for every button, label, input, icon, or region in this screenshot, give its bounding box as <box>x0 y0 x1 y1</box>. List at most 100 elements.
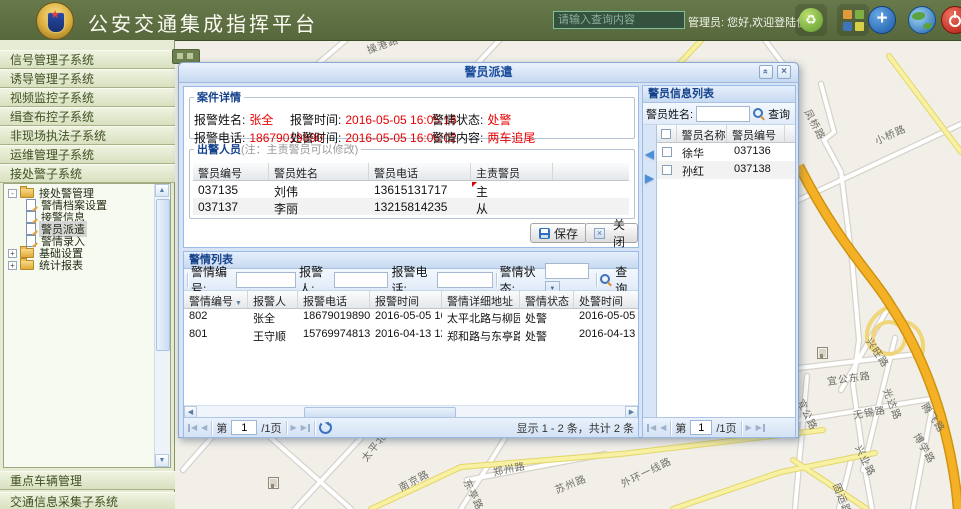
first-page-button[interactable]: ◀ <box>647 423 656 432</box>
recycle-refresh-icon[interactable]: ♻ <box>795 4 827 36</box>
prev-page-button[interactable]: ◀ <box>201 423 207 432</box>
sidebar-item-ops-mgmt[interactable]: 运维管理子系统 <box>0 145 175 164</box>
row-checkbox-cell <box>657 143 677 161</box>
app-title: 公安交通集成指挥平台 <box>88 8 318 37</box>
status-combo-input[interactable] <box>545 263 589 279</box>
row-checkbox[interactable] <box>662 165 672 175</box>
app-header: ★ 公安交通集成指挥平台 管理员: 您好,欢迎登陆使用 ♻ + <box>0 0 961 41</box>
power-button[interactable] <box>941 6 961 34</box>
sidebar-item-offsite-enforce[interactable]: 非现场执法子系统 <box>0 126 175 145</box>
col-header[interactable]: 主责警员 <box>471 163 553 180</box>
sidebar-item-video-monitor[interactable]: 视频监控子系统 <box>0 88 175 107</box>
app-root: 凤桥路 小桥路 操港路 兴旺路 宜公东路 宜公路 无锡路 光达路 腾飞路 博学路… <box>0 0 961 509</box>
folder-icon <box>20 188 34 198</box>
grid-cell: 15769974813 <box>298 326 370 344</box>
sidebar-item-guidance-mgmt[interactable]: 诱导管理子系统 <box>0 69 175 88</box>
header-search-input[interactable] <box>553 11 685 29</box>
save-icon <box>539 228 550 239</box>
col-header[interactable]: 警员名称 <box>677 125 727 142</box>
transfer-left-icon[interactable]: ◀ <box>643 147 656 161</box>
filter-label-officer-name: 警员姓名: <box>646 106 693 122</box>
next-page-button[interactable]: ▶ <box>291 423 297 432</box>
alert-row[interactable]: 802 张全 18679019890 2016-05-05 16:... 太平北… <box>184 308 638 326</box>
dispatch-row[interactable]: 037137 李丽 13215814235 从 <box>193 198 629 215</box>
toolbar-separator <box>211 421 212 435</box>
dispatch-grid: 警员编号 警员姓名 警员电话 主责警员 037135 刘伟 1361513171… <box>193 163 629 215</box>
close-button[interactable]: ×关闭 <box>585 223 638 243</box>
grid-cell: 处警 <box>520 308 574 326</box>
tree-folder-statistics[interactable]: +统计报表 <box>8 259 85 271</box>
close-window-button[interactable]: × <box>777 65 791 79</box>
page-icon <box>26 223 36 235</box>
dispatch-row[interactable]: 037135 刘伟 13615131717 主 <box>193 181 629 198</box>
expand-toggle-icon[interactable]: + <box>8 261 17 270</box>
col-header[interactable]: 警情状态 <box>520 291 574 308</box>
col-header[interactable]: 警员电话 <box>369 163 471 180</box>
page-number-input[interactable] <box>231 420 257 435</box>
caller-phone-input[interactable] <box>437 272 493 288</box>
col-header[interactable]: 报警电话 <box>298 291 370 308</box>
sidebar-item-traffic-info-collect[interactable]: 交通信息采集子系统 <box>0 492 175 509</box>
apps-grid-icon[interactable] <box>837 4 869 36</box>
scrollbar-thumb[interactable] <box>156 199 170 351</box>
grid-cell: 18679019890 <box>298 308 370 326</box>
sidebar: 信号管理子系统 诱导管理子系统 视频监控子系统 缉查布控子系统 非现场执法子系统… <box>0 40 175 509</box>
alert-id-input[interactable] <box>236 272 296 288</box>
globe-icon[interactable] <box>908 6 936 34</box>
window-titlebar[interactable]: 警员派遣 « × <box>179 63 798 83</box>
next-page-button[interactable]: ▶ <box>746 423 752 432</box>
scroll-down-icon[interactable]: ▼ <box>155 454 169 467</box>
sidebar-item-patrol-control[interactable]: 缉查布控子系统 <box>0 107 175 126</box>
transfer-right-icon[interactable]: ▶ <box>643 171 656 185</box>
alert-row[interactable]: 801 王守顺 15769974813 2016-04-13 12:... 郑和… <box>184 326 638 344</box>
case-details-legend: 案件详情 <box>194 89 244 105</box>
dispatch-tree-panel: -接处警管理 警情档案设置 接警信息 警员派遣 警情录入 +基础设置 +统计报表… <box>3 183 171 468</box>
collapse-window-button[interactable]: « <box>759 65 773 79</box>
officer-row[interactable]: 孙红 037138 <box>657 161 795 179</box>
record-count-summary: 显示 1 - 2 条，共计 2 条 <box>517 420 634 436</box>
case-details-fieldset: 案件详情 报警姓名:张全 报警时间:2016-05-05 16:05:16 警情… <box>189 89 635 139</box>
expand-toggle-icon[interactable]: + <box>8 249 17 258</box>
officer-row[interactable]: 徐华 037136 <box>657 143 795 161</box>
sidebar-item-key-vehicles[interactable]: 重点车辆管理 <box>0 471 175 490</box>
save-button[interactable]: 保存 <box>530 223 587 243</box>
col-header[interactable]: 警员姓名 <box>269 163 369 180</box>
field-caller-name: 报警姓名:张全 <box>194 111 273 128</box>
page-number-input[interactable] <box>690 420 712 435</box>
collapse-toggle-icon[interactable]: - <box>8 189 17 198</box>
recycle-glyph: ♻ <box>799 8 823 32</box>
officer-name-input[interactable] <box>696 106 750 122</box>
sidebar-item-dispatch-system[interactable]: 接处警子系统 <box>0 164 175 183</box>
select-all-checkbox[interactable] <box>661 129 671 139</box>
prev-page-button[interactable]: ◀ <box>660 423 666 432</box>
first-page-button[interactable]: ◀ <box>188 423 197 432</box>
grid-cell-editable[interactable]: 主 <box>471 181 553 198</box>
officer-list-panel: 警员信息列表 警员姓名: 查询 ◀ ▶ 警员名称 警员编号 <box>642 85 796 438</box>
officer-filter-toolbar: 警员姓名: 查询 <box>643 103 795 125</box>
col-header[interactable]: 警员编号 <box>727 125 785 142</box>
col-header[interactable]: 报警人 <box>248 291 298 308</box>
sidebar-item-signal-mgmt[interactable]: 信号管理子系统 <box>0 50 175 69</box>
last-page-button[interactable]: ▶ <box>301 423 310 432</box>
row-checkbox-cell <box>657 161 677 179</box>
page-icon <box>26 235 36 247</box>
sort-desc-icon: ▼ <box>235 300 242 307</box>
select-all-header[interactable] <box>657 125 677 142</box>
scroll-up-icon[interactable]: ▲ <box>155 184 169 197</box>
last-page-button[interactable]: ▶ <box>756 423 765 432</box>
grid-cell: 802 <box>184 308 248 326</box>
col-header[interactable]: 警员编号 <box>193 163 269 180</box>
dispatch-personnel-fieldset: 出警人员(注：主责警员可以修改) 警员编号 警员姓名 警员电话 主责警员 037… <box>189 141 635 219</box>
col-header[interactable]: 报警时间 <box>370 291 442 308</box>
add-button[interactable]: + <box>868 6 896 34</box>
col-header-sorted[interactable]: 警情编号▼ <box>184 291 248 308</box>
grid-cell: 李丽 <box>269 198 369 215</box>
refresh-icon[interactable] <box>319 421 332 434</box>
row-checkbox[interactable] <box>662 147 672 157</box>
col-header[interactable]: 警情详细地址 <box>442 291 520 308</box>
grid-cell-editable[interactable]: 从 <box>471 198 553 215</box>
col-header[interactable]: 处警时间 <box>574 291 638 308</box>
tree-scrollbar[interactable]: ▲ ▼ <box>154 184 170 467</box>
officer-search-button[interactable]: 查询 <box>768 106 790 122</box>
caller-name-input[interactable] <box>334 272 388 288</box>
